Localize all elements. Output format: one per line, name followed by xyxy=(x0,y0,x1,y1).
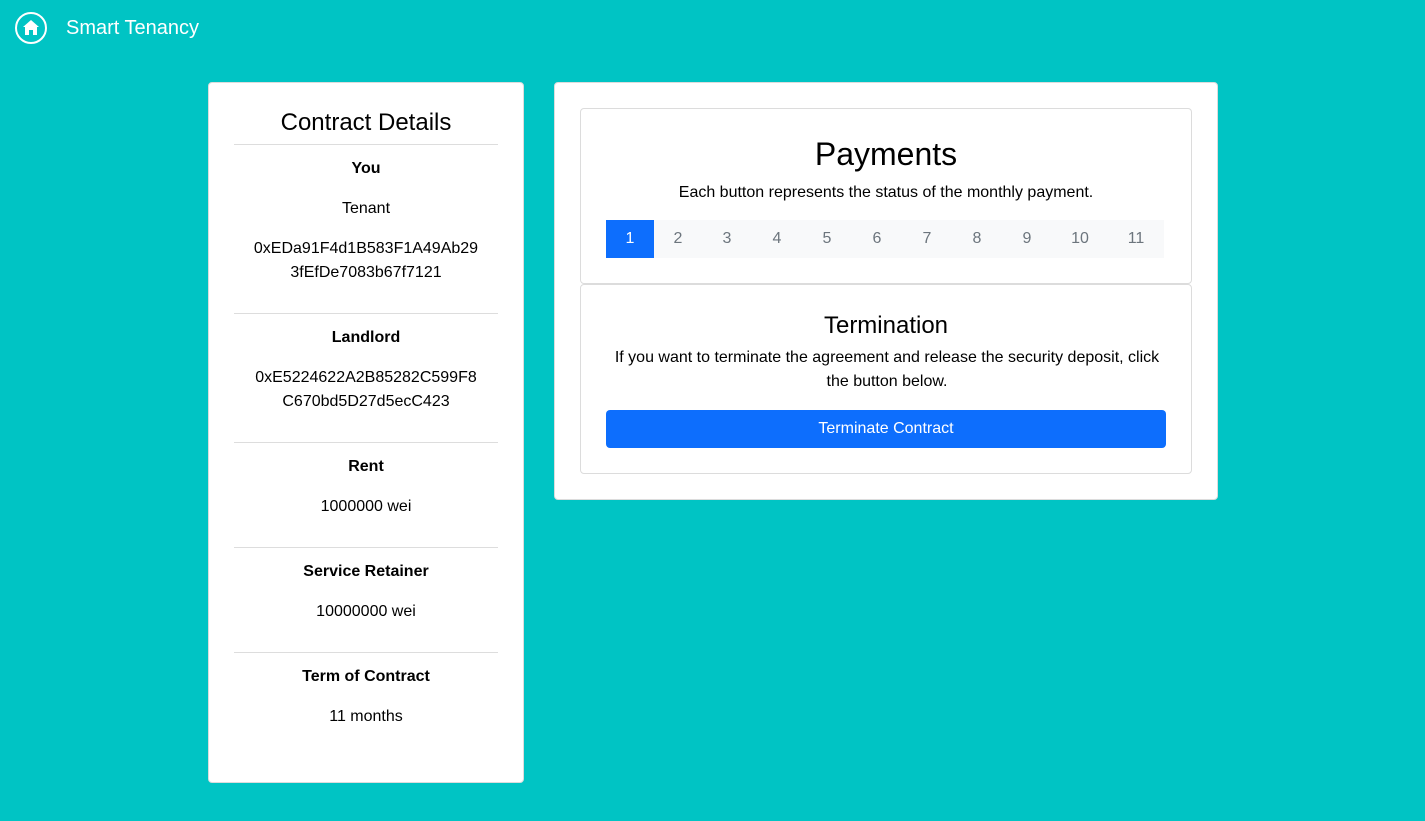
home-button[interactable] xyxy=(15,12,47,44)
payment-month-button-1[interactable]: 1 xyxy=(606,220,654,258)
terminate-contract-button[interactable]: Terminate Contract xyxy=(606,410,1166,448)
payment-month-button-3[interactable]: 3 xyxy=(702,220,752,258)
retainer-value: 10000000 wei xyxy=(316,603,416,620)
navbar: Smart Tenancy xyxy=(0,0,1425,56)
rent-label: Rent xyxy=(348,458,384,475)
payment-month-button-10[interactable]: 10 xyxy=(1052,220,1108,258)
payment-month-button-2[interactable]: 2 xyxy=(654,220,702,258)
divider xyxy=(234,313,498,314)
contract-details-card: Contract Details You Tenant 0xEDa91F4d1B… xyxy=(208,82,524,783)
payment-month-button-5[interactable]: 5 xyxy=(802,220,852,258)
termination-title: Termination xyxy=(823,312,949,339)
landlord-address: 0xE5224622A2B85282C599F8C670bd5D27d5ecC4… xyxy=(255,369,477,410)
payment-month-button-11[interactable]: 11 xyxy=(1108,220,1164,258)
payment-month-button-4[interactable]: 4 xyxy=(752,220,802,258)
term-label: Term of Contract xyxy=(302,668,430,685)
payment-month-button-6[interactable]: 6 xyxy=(852,220,902,258)
main-card: Payments Each button represents the stat… xyxy=(554,82,1218,500)
payment-month-button-7[interactable]: 7 xyxy=(902,220,952,258)
you-role: Tenant xyxy=(341,200,391,217)
retainer-label: Service Retainer xyxy=(303,563,429,580)
payments-card: Payments Each button represents the stat… xyxy=(580,108,1192,284)
brand-link[interactable]: Smart Tenancy xyxy=(66,16,199,40)
term-value: 11 months xyxy=(329,708,403,725)
divider xyxy=(234,652,498,653)
payments-description: Each button represents the status of the… xyxy=(678,184,1094,201)
rent-value: 1000000 wei xyxy=(320,498,412,515)
payments-title: Payments xyxy=(814,136,958,172)
payment-month-button-8[interactable]: 8 xyxy=(952,220,1002,258)
payment-month-button-9[interactable]: 9 xyxy=(1002,220,1052,258)
termination-card: Termination If you want to terminate the… xyxy=(580,284,1192,474)
termination-description: If you want to terminate the agreement a… xyxy=(614,349,1160,390)
payment-month-pager: 1 2 3 4 5 6 7 8 9 10 11 xyxy=(606,220,1164,258)
divider xyxy=(234,144,498,145)
you-address: 0xEDa91F4d1B583F1A49Ab293fEfDe7083b67f71… xyxy=(253,240,479,281)
divider xyxy=(234,547,498,548)
you-label: You xyxy=(351,160,381,177)
home-icon xyxy=(23,20,39,35)
divider xyxy=(234,442,498,443)
landlord-label: Landlord xyxy=(331,329,401,346)
contract-details-title: Contract Details xyxy=(280,109,452,136)
